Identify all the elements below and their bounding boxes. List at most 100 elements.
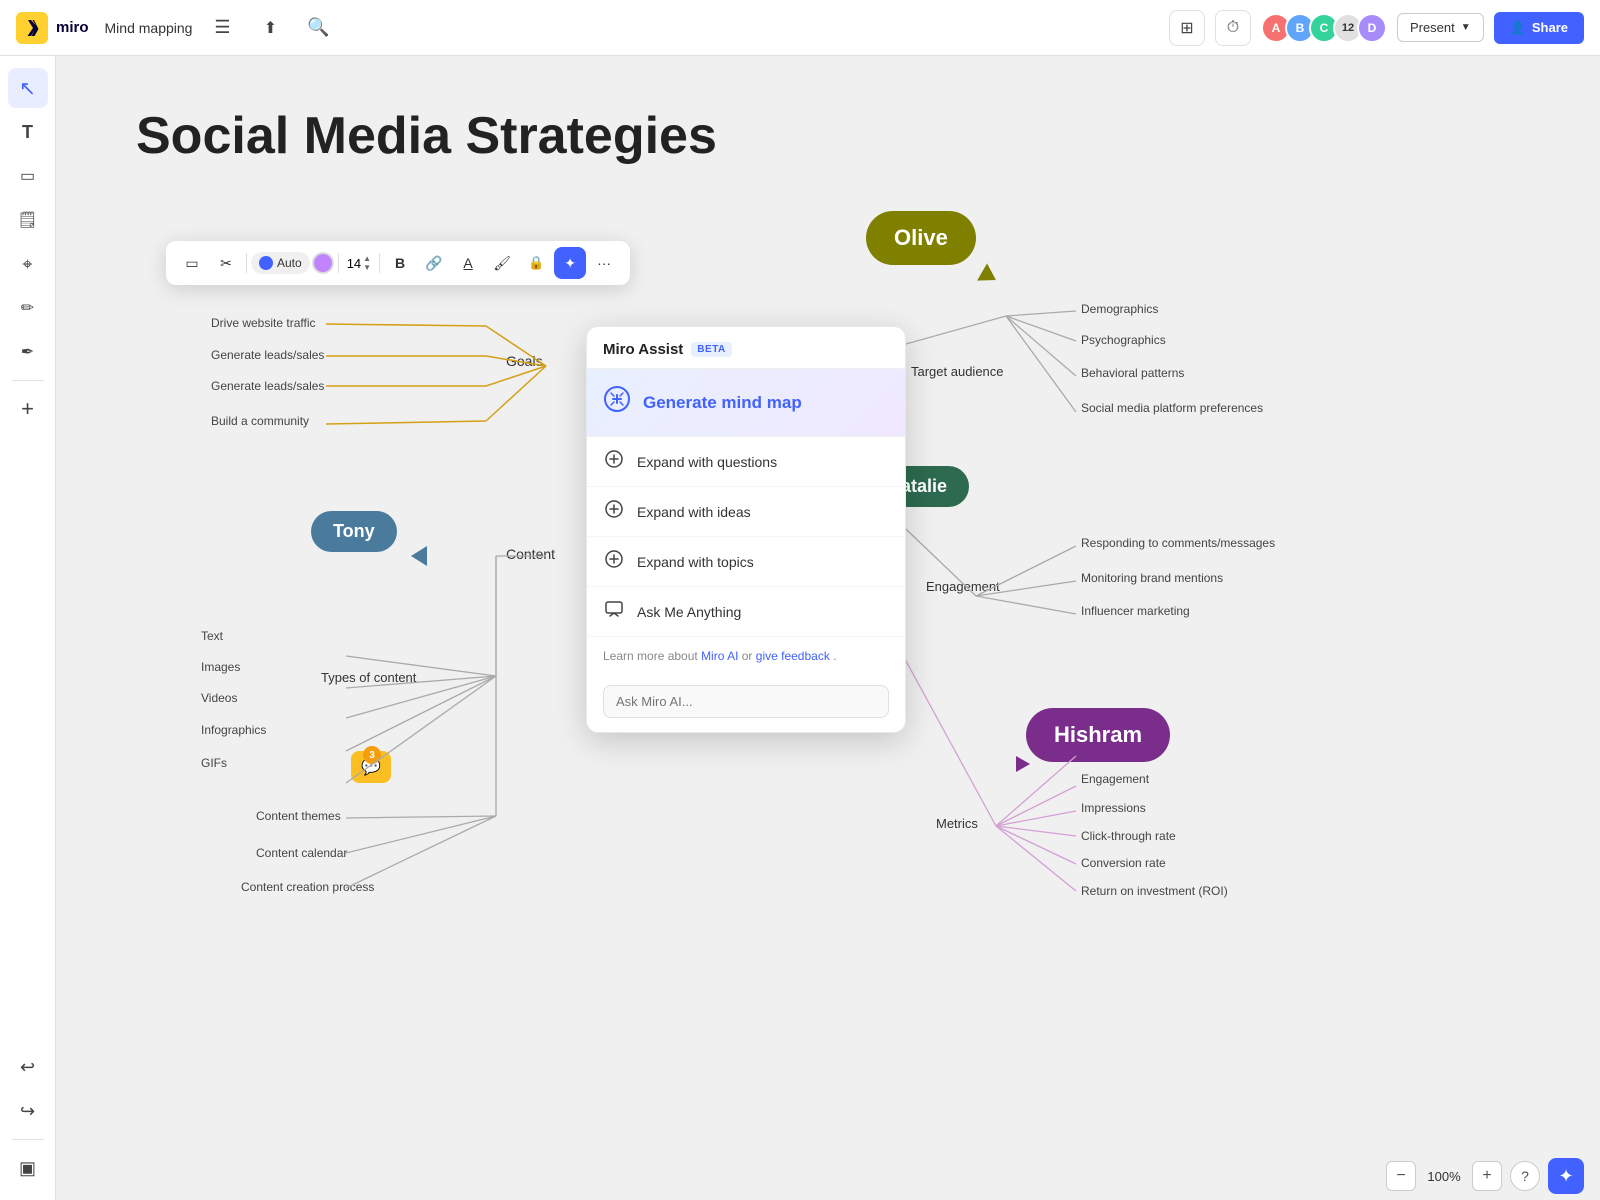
undo-button[interactable]: ↩ bbox=[8, 1047, 48, 1087]
zoom-out-button[interactable]: − bbox=[1386, 1161, 1416, 1191]
met-item-3: Impressions bbox=[1081, 801, 1146, 815]
underline-btn[interactable]: A bbox=[452, 247, 484, 279]
zoom-in-button[interactable]: + bbox=[1472, 1161, 1502, 1191]
content-node: Content bbox=[506, 546, 555, 562]
shape-tool[interactable]: ▭ bbox=[8, 156, 48, 196]
more-btn[interactable]: ··· bbox=[588, 247, 620, 279]
types-of-content-node: Types of content bbox=[321, 670, 416, 685]
ta-item-1: Demographics bbox=[1081, 302, 1158, 316]
plus-icon: + bbox=[21, 396, 34, 422]
text-tool[interactable]: T bbox=[8, 112, 48, 152]
toc-item-5: GIFs bbox=[201, 756, 227, 770]
logo-text: miro bbox=[56, 19, 89, 36]
beta-badge: BETA bbox=[691, 342, 731, 357]
collaborators-stack: A B C 12 D bbox=[1261, 13, 1387, 43]
lock-icon: 🔒 bbox=[528, 255, 544, 271]
export-button[interactable]: ⬆ bbox=[252, 10, 288, 46]
magic-button[interactable]: ✦ bbox=[1548, 1158, 1584, 1194]
expand-questions-button[interactable]: Expand with questions bbox=[587, 437, 905, 487]
expand-questions-icon bbox=[603, 449, 625, 474]
timer-button[interactable]: ⏱ bbox=[1215, 10, 1251, 46]
connector-tool[interactable]: ⌖ bbox=[8, 244, 48, 284]
cursor-tool[interactable]: ↖ bbox=[8, 68, 48, 108]
expand-ideas-button[interactable]: Expand with ideas bbox=[587, 487, 905, 537]
goals-item-1: Drive website traffic bbox=[211, 316, 315, 330]
toc-item-2: Images bbox=[201, 660, 240, 674]
hishram-arrow bbox=[1016, 756, 1030, 772]
notification-badge: 3 bbox=[363, 746, 381, 764]
zoom-level: 100% bbox=[1424, 1169, 1464, 1184]
toolbar-sep-3 bbox=[379, 253, 380, 273]
ta-item-4: Social media platform preferences bbox=[1081, 401, 1263, 415]
miro-ai-link[interactable]: Miro AI bbox=[701, 649, 738, 663]
sidebar-divider-1 bbox=[12, 380, 44, 381]
target-audience-node: Target audience bbox=[911, 364, 1004, 379]
magic-icon: ✦ bbox=[564, 255, 576, 272]
board-title: Mind mapping bbox=[105, 20, 193, 36]
present-button[interactable]: Present ▼ bbox=[1397, 13, 1484, 42]
bold-icon: B bbox=[395, 255, 405, 271]
more-icon: ··· bbox=[597, 255, 611, 271]
expand-questions-label: Expand with questions bbox=[637, 454, 777, 470]
expand-ideas-icon bbox=[603, 499, 625, 524]
goals-node: Goals bbox=[506, 353, 543, 369]
cursor-icon: ↖ bbox=[19, 76, 36, 101]
add-tool[interactable]: + bbox=[8, 389, 48, 429]
redo-icon: ↪ bbox=[20, 1101, 35, 1122]
ask-anything-button[interactable]: Ask Me Anything bbox=[587, 587, 905, 637]
pen-tool[interactable]: ✏ bbox=[8, 288, 48, 328]
feedback-link[interactable]: give feedback bbox=[756, 649, 830, 663]
auto-toggle[interactable]: Auto bbox=[251, 252, 310, 274]
sidebar-divider-2 bbox=[12, 1139, 44, 1140]
sticky-tool[interactable]: 🗒 bbox=[8, 200, 48, 240]
content-item-2: Content calendar bbox=[256, 846, 347, 860]
lock-btn[interactable]: 🔒 bbox=[520, 247, 552, 279]
menu-button[interactable]: ☰ bbox=[204, 10, 240, 46]
sticky-icon: 🗒 bbox=[17, 210, 37, 230]
brush-btn[interactable]: 🖌 bbox=[486, 247, 518, 279]
square-btn[interactable]: ▭ bbox=[176, 247, 208, 279]
toc-item-1: Text bbox=[201, 629, 223, 643]
assist-search-input[interactable] bbox=[603, 685, 889, 718]
assist-panel: Miro Assist BETA Generate mind map bbox=[586, 326, 906, 733]
met-item-2: Engagement bbox=[1081, 772, 1149, 786]
expand-topics-icon bbox=[603, 549, 625, 574]
generate-mind-map-button[interactable]: Generate mind map bbox=[587, 369, 905, 437]
hishram-bubble[interactable]: Hishram bbox=[1026, 708, 1170, 762]
panel-button[interactable]: ▣ bbox=[8, 1148, 48, 1188]
goals-item-2: Generate leads/sales bbox=[211, 348, 324, 362]
tony-arrow bbox=[411, 546, 427, 566]
share-button[interactable]: 👤 Share bbox=[1494, 12, 1584, 44]
met-item-6: Return on investment (ROI) bbox=[1081, 884, 1228, 898]
logo: miro bbox=[16, 12, 89, 44]
bottom-bar: − 100% + ? ✦ bbox=[112, 1152, 1600, 1200]
assist-title: Miro Assist bbox=[603, 341, 683, 358]
scissors-btn[interactable]: ✂ bbox=[210, 247, 242, 279]
scissors-icon: ✂ bbox=[220, 255, 232, 272]
brush-icon: 🖌 bbox=[493, 255, 511, 272]
magic-ai-btn[interactable]: ✦ bbox=[554, 247, 586, 279]
topbar: miro Mind mapping ☰ ⬆ 🔍 ⊞ ⏱ A B C 12 D P… bbox=[0, 0, 1600, 56]
menu-icon: ☰ bbox=[214, 17, 230, 38]
font-size-arrows[interactable]: ▲▼ bbox=[363, 254, 371, 272]
redo-button[interactable]: ↪ bbox=[8, 1091, 48, 1131]
tony-bubble[interactable]: Tony bbox=[311, 511, 397, 552]
search-icon: 🔍 bbox=[307, 17, 329, 38]
export-icon: ⬆ bbox=[264, 18, 277, 38]
pen-icon: ✏ bbox=[21, 298, 34, 318]
olive-bubble[interactable]: Olive bbox=[866, 211, 976, 265]
font-size-value: 14 bbox=[347, 256, 361, 271]
pencil-tool[interactable]: ✒ bbox=[8, 332, 48, 372]
link-btn[interactable]: 🔗 bbox=[418, 247, 450, 279]
expand-topics-button[interactable]: Expand with topics bbox=[587, 537, 905, 587]
color-picker[interactable] bbox=[312, 252, 334, 274]
toolbar-sep-1 bbox=[246, 253, 247, 273]
help-button[interactable]: ? bbox=[1510, 1161, 1540, 1191]
bold-btn[interactable]: B bbox=[384, 247, 416, 279]
search-button[interactable]: 🔍 bbox=[300, 10, 336, 46]
apps-button[interactable]: ⊞ bbox=[1169, 10, 1205, 46]
auto-label: Auto bbox=[277, 256, 302, 270]
eng-item-2: Monitoring brand mentions bbox=[1081, 571, 1223, 585]
apps-icon: ⊞ bbox=[1180, 18, 1193, 38]
connector-icon: ⌖ bbox=[22, 254, 32, 275]
